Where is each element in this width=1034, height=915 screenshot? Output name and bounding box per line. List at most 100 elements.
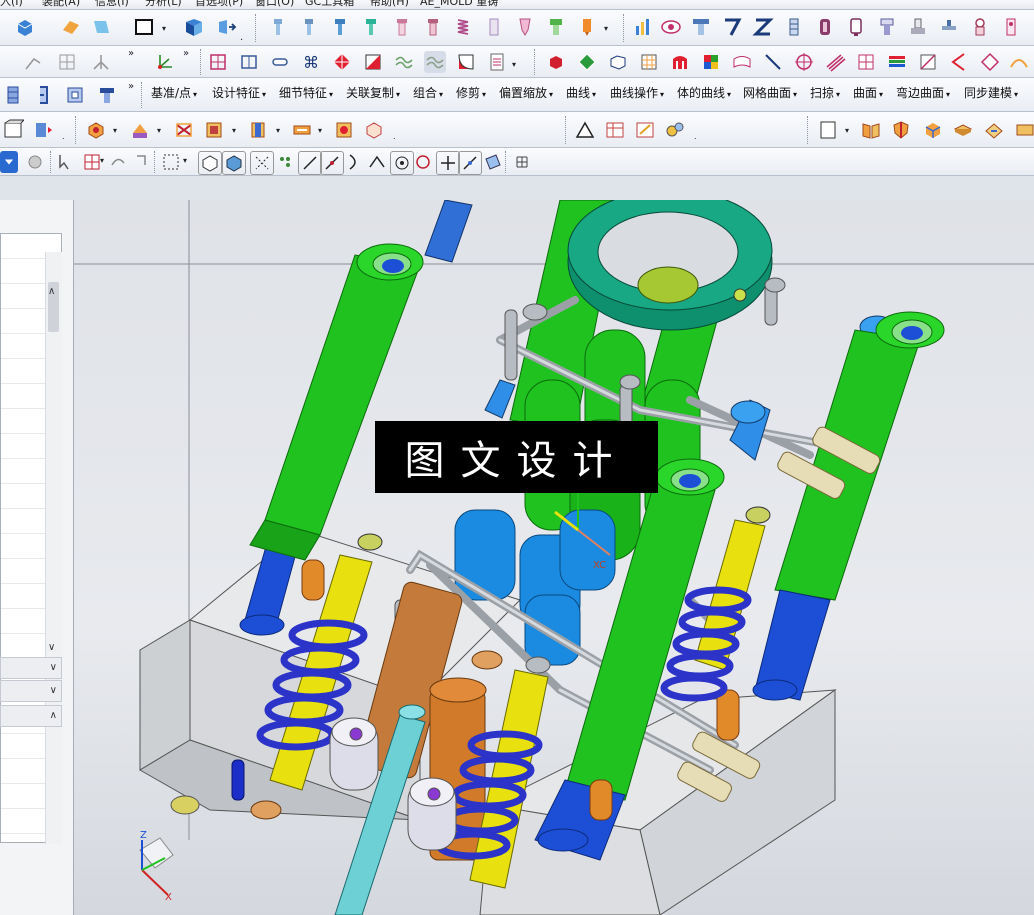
feature-menu-item[interactable]: 曲线 ▾	[566, 84, 596, 101]
solid-box-icon[interactable]	[222, 151, 246, 175]
snap-curve-icon[interactable]	[344, 151, 366, 173]
red-cube-icon[interactable]	[545, 51, 567, 73]
snap-mid-icon[interactable]	[320, 151, 344, 175]
chevron-down-icon[interactable]: ▾	[845, 126, 849, 135]
feature-menu-item[interactable]: 扫掠 ▾	[810, 84, 840, 101]
hook-icon[interactable]	[131, 151, 153, 173]
snap-quadrant-icon[interactable]	[412, 151, 434, 173]
menu-item[interactable]: GC工具箱	[305, 0, 354, 9]
snap-points-icon[interactable]	[274, 151, 296, 173]
cube-outline-icon[interactable]	[363, 119, 385, 141]
table-grid-icon[interactable]	[855, 51, 877, 73]
pointer-icon[interactable]	[55, 151, 77, 173]
graphics-viewport[interactable]: XC Z X	[74, 200, 1034, 915]
toolbar-grip[interactable]	[807, 116, 811, 144]
drag-icon[interactable]	[107, 151, 129, 173]
layout-icon[interactable]	[129, 119, 151, 141]
plate-flat-icon[interactable]	[952, 119, 974, 141]
lifter-icon[interactable]	[969, 16, 991, 38]
t-shape-icon[interactable]	[690, 16, 712, 38]
chart-icon[interactable]	[632, 16, 654, 38]
mold-cs-icon[interactable]	[2, 119, 24, 141]
menu-item[interactable]: 装配(A)	[42, 0, 80, 9]
chevron-down-icon[interactable]: ▾	[113, 126, 117, 135]
sheet-metal-icon[interactable]	[1013, 119, 1034, 141]
move-icon[interactable]	[215, 16, 237, 38]
snap-plus-icon[interactable]	[436, 151, 460, 175]
chevron-right-icon[interactable]: »	[128, 49, 134, 59]
stopper-icon[interactable]	[876, 16, 898, 38]
shrink-icon[interactable]	[32, 119, 54, 141]
grid-icon[interactable]	[638, 51, 660, 73]
panel-section[interactable]: ∨	[0, 680, 62, 702]
gears-icon[interactable]	[664, 119, 686, 141]
green-diamond-icon[interactable]	[576, 51, 598, 73]
feature-menu-item[interactable]: 同步建模 ▾	[964, 84, 1018, 101]
line-icon[interactable]	[762, 51, 784, 73]
panel-section[interactable]: ∧	[0, 705, 62, 727]
menu-item[interactable]: 首选项(P)	[195, 0, 243, 9]
chevron-down-icon[interactable]: .	[240, 33, 243, 43]
feature-menu-item[interactable]: 细节特征 ▾	[279, 84, 333, 101]
electrode-icon[interactable]	[333, 119, 355, 141]
navigator-list[interactable]: ∧ ∨ ›	[0, 233, 62, 844]
bolt-icon[interactable]	[329, 16, 351, 38]
feature-menu-item[interactable]: 弯边曲面 ▾	[896, 84, 950, 101]
curve-icon[interactable]	[22, 51, 44, 73]
toolbar-grip[interactable]	[200, 49, 204, 75]
wave-icon[interactable]	[424, 51, 446, 73]
mesh-icon[interactable]	[731, 51, 753, 73]
wave-icon[interactable]	[393, 51, 415, 73]
stripes-icon[interactable]	[886, 51, 908, 73]
sleeve-icon[interactable]	[845, 16, 867, 38]
mold-wizard-icon[interactable]	[60, 16, 82, 38]
view-triad[interactable]: Z X	[139, 830, 174, 903]
chevron-down-icon[interactable]: .	[393, 132, 396, 141]
wizard-icon[interactable]	[983, 119, 1005, 141]
menu-item[interactable]: 分析(L)	[145, 0, 182, 9]
t-block-icon[interactable]	[96, 84, 118, 106]
lines-icon[interactable]	[824, 51, 846, 73]
toolbar-grip[interactable]	[75, 116, 79, 144]
new-sheet-icon[interactable]	[817, 119, 839, 141]
feature-menu-item[interactable]: 体的曲线 ▾	[677, 84, 731, 101]
vertical-scrollbar[interactable]	[45, 252, 62, 844]
nozzle-icon[interactable]	[514, 16, 536, 38]
toolbar-grip[interactable]	[141, 82, 145, 108]
number-7-icon[interactable]	[721, 16, 743, 38]
chevron-down-icon[interactable]: ▾	[183, 156, 187, 165]
feature-menu-item[interactable]: 网格曲面 ▾	[743, 84, 797, 101]
edit-grid-icon[interactable]	[634, 119, 656, 141]
filter-dropdown-icon[interactable]	[0, 151, 18, 173]
feature-menu-item[interactable]: 关联复制 ▾	[346, 84, 400, 101]
ejector-icon[interactable]	[483, 16, 505, 38]
eye-icon[interactable]	[660, 16, 682, 38]
feature-menu-item[interactable]: 曲面 ▾	[853, 84, 883, 101]
view-orient-icon[interactable]	[183, 16, 205, 38]
feature-menu-item[interactable]: 设计特征 ▾	[212, 84, 266, 101]
triangle-icon[interactable]	[574, 119, 596, 141]
corner-icon[interactable]	[455, 51, 477, 73]
gate-icon[interactable]	[545, 16, 567, 38]
screw-icon[interactable]	[298, 16, 320, 38]
pin-icon[interactable]	[391, 16, 413, 38]
ladder-icon[interactable]	[783, 16, 805, 38]
sheet-icon[interactable]	[90, 16, 112, 38]
menu-item[interactable]: 信息(I)	[95, 0, 129, 9]
bolt-icon[interactable]	[360, 16, 382, 38]
chevron-down-icon[interactable]: ▾	[157, 126, 161, 135]
panel-section[interactable]: ∨	[0, 657, 62, 679]
parting-icon[interactable]	[173, 119, 195, 141]
toolbar-grip[interactable]	[255, 14, 259, 42]
angle-icon[interactable]	[948, 51, 970, 73]
list-icon[interactable]	[486, 51, 508, 73]
arch-icon[interactable]	[669, 51, 691, 73]
target-icon[interactable]	[793, 51, 815, 73]
diamond-grid-icon[interactable]	[331, 51, 353, 73]
curve-orange-icon[interactable]	[1008, 51, 1030, 73]
bushing-icon[interactable]	[814, 16, 836, 38]
toolbar-grip[interactable]	[50, 151, 54, 173]
shaded-box-icon[interactable]	[198, 151, 222, 175]
command-icon[interactable]: ⌘	[300, 51, 322, 73]
menu-item[interactable]: 帮助(H)	[370, 0, 409, 9]
